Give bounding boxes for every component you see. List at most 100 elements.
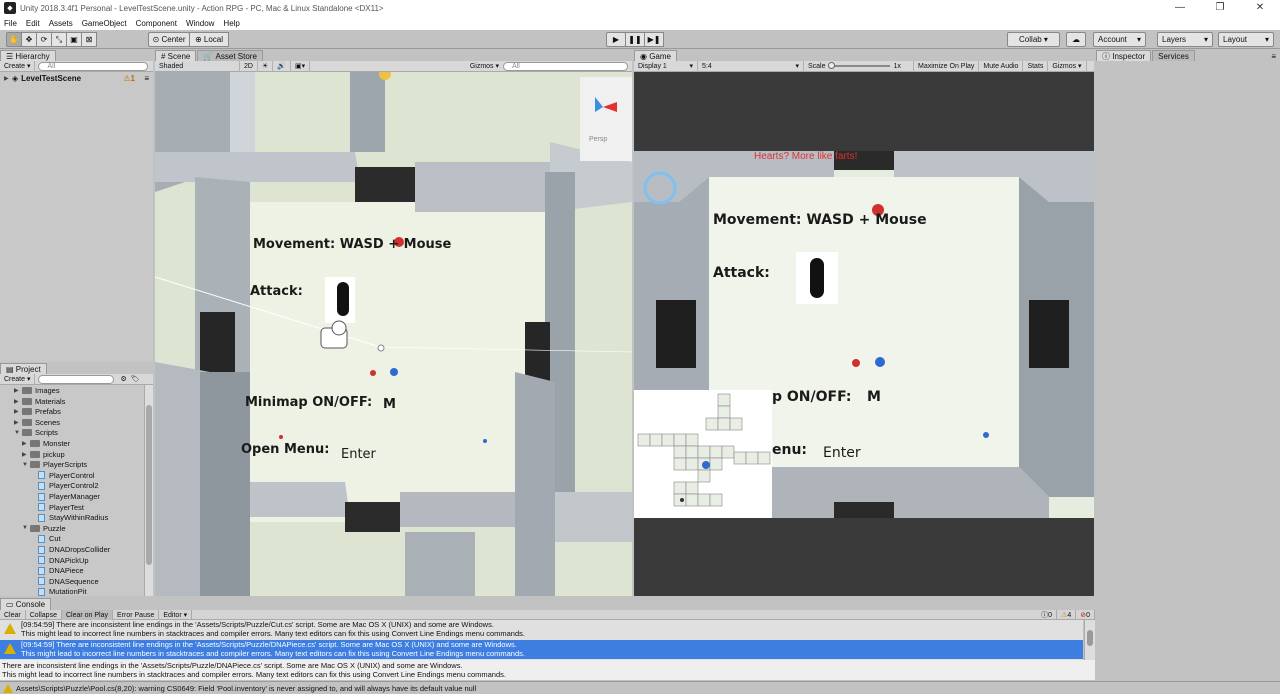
project-folder-item[interactable]: ▶ Monster [22, 438, 70, 449]
maximize-button[interactable]: ❐ [1200, 0, 1240, 16]
project-script-item[interactable]: DNADropsCollider [38, 544, 110, 555]
mute-audio-toggle[interactable]: Mute Audio [979, 60, 1024, 72]
project-folder-item[interactable]: ▼ PlayerScripts [22, 459, 87, 470]
move-tool-icon[interactable]: ✥ [21, 32, 37, 47]
menu-assets[interactable]: Assets [49, 19, 73, 28]
menu-window[interactable]: Window [186, 19, 214, 28]
project-folder-item[interactable]: ▶ Images [14, 385, 60, 396]
project-script-item[interactable]: DNAPickUp [38, 555, 89, 566]
rect-tool-icon[interactable]: ▣ [66, 32, 82, 47]
pivot-center-button[interactable]: ⊙ Center [148, 32, 190, 47]
display-dropdown[interactable]: Display 1 ▾ [634, 60, 698, 72]
error-count-toggle[interactable]: ⊘ 0 [1076, 610, 1095, 620]
menu-edit[interactable]: Edit [26, 19, 40, 28]
scale-slider-thumb[interactable] [827, 62, 835, 69]
console-editor-dropdown[interactable]: Editor ▾ [159, 610, 193, 620]
expand-arrow-icon[interactable]: ▼ [22, 462, 30, 468]
expand-arrow-icon[interactable]: ▶ [22, 440, 30, 447]
expand-arrow-icon[interactable]: ▶ [14, 419, 22, 426]
layers-dropdown[interactable]: Layers ▾ [1157, 32, 1213, 47]
scene-root-row[interactable]: ▶ ◈ LevelTestScene ⚠1 ≡ [0, 72, 153, 84]
scale-slider[interactable] [827, 62, 890, 69]
expand-arrow-icon[interactable]: ▼ [22, 525, 30, 531]
lighting-icon[interactable]: ☀ [258, 60, 274, 72]
console-log-entry[interactable]: [09:54:59] There are inconsistent line e… [0, 620, 1083, 639]
scene-search-input[interactable]: All [503, 61, 628, 71]
project-folder-item[interactable]: ▼ Scripts [14, 427, 58, 438]
hierarchy-search-input[interactable]: All [38, 61, 149, 71]
project-script-item[interactable]: DNASequence [38, 576, 99, 587]
menu-file[interactable]: File [4, 19, 17, 28]
minimize-button[interactable]: — [1160, 0, 1200, 16]
project-folder-item[interactable]: ▶ pickup [22, 449, 65, 460]
project-script-item[interactable]: PlayerTest [38, 502, 84, 513]
effects-icon[interactable]: ▣▾ [291, 60, 311, 72]
space-local-button[interactable]: ⊕ Local [189, 32, 229, 47]
pause-icon[interactable]: ❚❚ [625, 32, 645, 47]
close-button[interactable]: ✕ [1240, 0, 1280, 16]
console-scrollbar-thumb[interactable] [1087, 630, 1093, 646]
project-script-item[interactable]: Cut [38, 533, 61, 544]
menu-component[interactable]: Component [136, 19, 177, 28]
menu-help[interactable]: Help [223, 19, 239, 28]
toggle-2d-button[interactable]: 2D [240, 60, 258, 72]
menu-gameobject[interactable]: GameObject [82, 19, 127, 28]
collab-button[interactable]: Collab ▾ [1007, 32, 1060, 47]
rotate-tool-icon[interactable]: ⟳ [36, 32, 52, 47]
maximize-on-play-toggle[interactable]: Maximize On Play [914, 60, 980, 72]
project-script-item[interactable]: PlayerControl [38, 470, 94, 481]
expand-arrow-icon[interactable]: ▶ [14, 387, 22, 394]
account-dropdown[interactable]: Account ▾ [1093, 32, 1146, 47]
warn-count-toggle[interactable]: ⚠ 4 [1057, 610, 1077, 620]
project-script-item[interactable]: PlayerManager [38, 491, 100, 502]
project-script-item[interactable]: MutationPit [38, 586, 87, 596]
console-collapse-button[interactable]: Collapse [26, 610, 62, 620]
expand-arrow-icon[interactable]: ▶ [4, 75, 12, 82]
scene-viewport[interactable]: Movement: WASD + Mouse Attack: Minimap O… [155, 72, 632, 596]
project-item-label: PlayerTest [49, 502, 85, 512]
project-script-item[interactable]: StayWithinRadius [38, 512, 108, 523]
console-clear-on-play-button[interactable]: Clear on Play [61, 610, 114, 620]
project-script-item[interactable]: DNAPiece [38, 565, 84, 576]
project-folder-item[interactable]: ▶ Prefabs [14, 406, 61, 417]
project-script-item[interactable]: PlayerControl2 [38, 480, 99, 491]
game-viewport[interactable]: Hearts? More like farts! Movement: WASD … [634, 72, 1094, 596]
expand-arrow-icon[interactable]: ▶ [14, 398, 22, 405]
panel-menu-icon[interactable]: ≡ [1271, 52, 1276, 61]
audio-icon[interactable]: 🔊 [273, 60, 291, 72]
expand-arrow-icon[interactable]: ▶ [22, 451, 30, 458]
filter-type-icon[interactable]: ⚙ [120, 375, 126, 383]
aspect-dropdown[interactable]: 5:4 ▾ [698, 60, 804, 72]
info-count-toggle[interactable]: ⓘ 0 [1037, 610, 1058, 620]
console-clear-button[interactable]: Clear [0, 610, 26, 620]
cloud-icon[interactable]: ☁ [1066, 32, 1086, 47]
status-bar[interactable]: Assets\Scripts\Puzzle\Pool.cs(8,20): war… [0, 681, 1280, 694]
scene-persp-label[interactable]: Persp [589, 136, 607, 143]
scale-tool-icon[interactable]: ⤡ [51, 32, 67, 47]
scene-gizmos-dropdown[interactable]: Gizmos ▾ [466, 62, 503, 70]
play-icon[interactable]: ▶ [606, 32, 626, 47]
console-log-entry-selected[interactable]: [09:54:59] There are inconsistent line e… [0, 640, 1083, 659]
transform-tool-icon[interactable]: ⊠ [81, 32, 97, 47]
shading-mode-dropdown[interactable]: Shaded [155, 60, 240, 72]
filter-label-icon[interactable]: 🏷 [131, 375, 140, 383]
project-scrollbar-thumb[interactable] [146, 405, 152, 565]
project-search-input[interactable] [38, 374, 115, 384]
project-folder-item[interactable]: ▼ Puzzle [22, 523, 66, 534]
layout-dropdown[interactable]: Layout ▾ [1218, 32, 1274, 47]
console-error-pause-button[interactable]: Error Pause [113, 610, 160, 620]
project-create-button[interactable]: Create ▾ [0, 373, 36, 385]
tab-console[interactable]: ▭ Console [0, 598, 52, 610]
step-icon[interactable]: ▶❚ [644, 32, 664, 47]
project-scrollbar[interactable] [144, 385, 153, 596]
expand-arrow-icon[interactable]: ▼ [14, 430, 22, 436]
console-scrollbar[interactable] [1084, 620, 1095, 660]
project-folder-item[interactable]: ▶ Scenes [14, 417, 60, 428]
scene-options-icon[interactable]: ≡ [144, 74, 149, 83]
expand-arrow-icon[interactable]: ▶ [14, 408, 22, 415]
stats-toggle[interactable]: Stats [1023, 60, 1049, 72]
hand-tool-icon[interactable]: ✋ [6, 32, 22, 47]
hierarchy-create-button[interactable]: Create ▾ [0, 60, 36, 72]
game-gizmos-dropdown[interactable]: Gizmos ▾ [1048, 60, 1087, 72]
project-folder-item[interactable]: ▶ Materials [14, 396, 65, 407]
